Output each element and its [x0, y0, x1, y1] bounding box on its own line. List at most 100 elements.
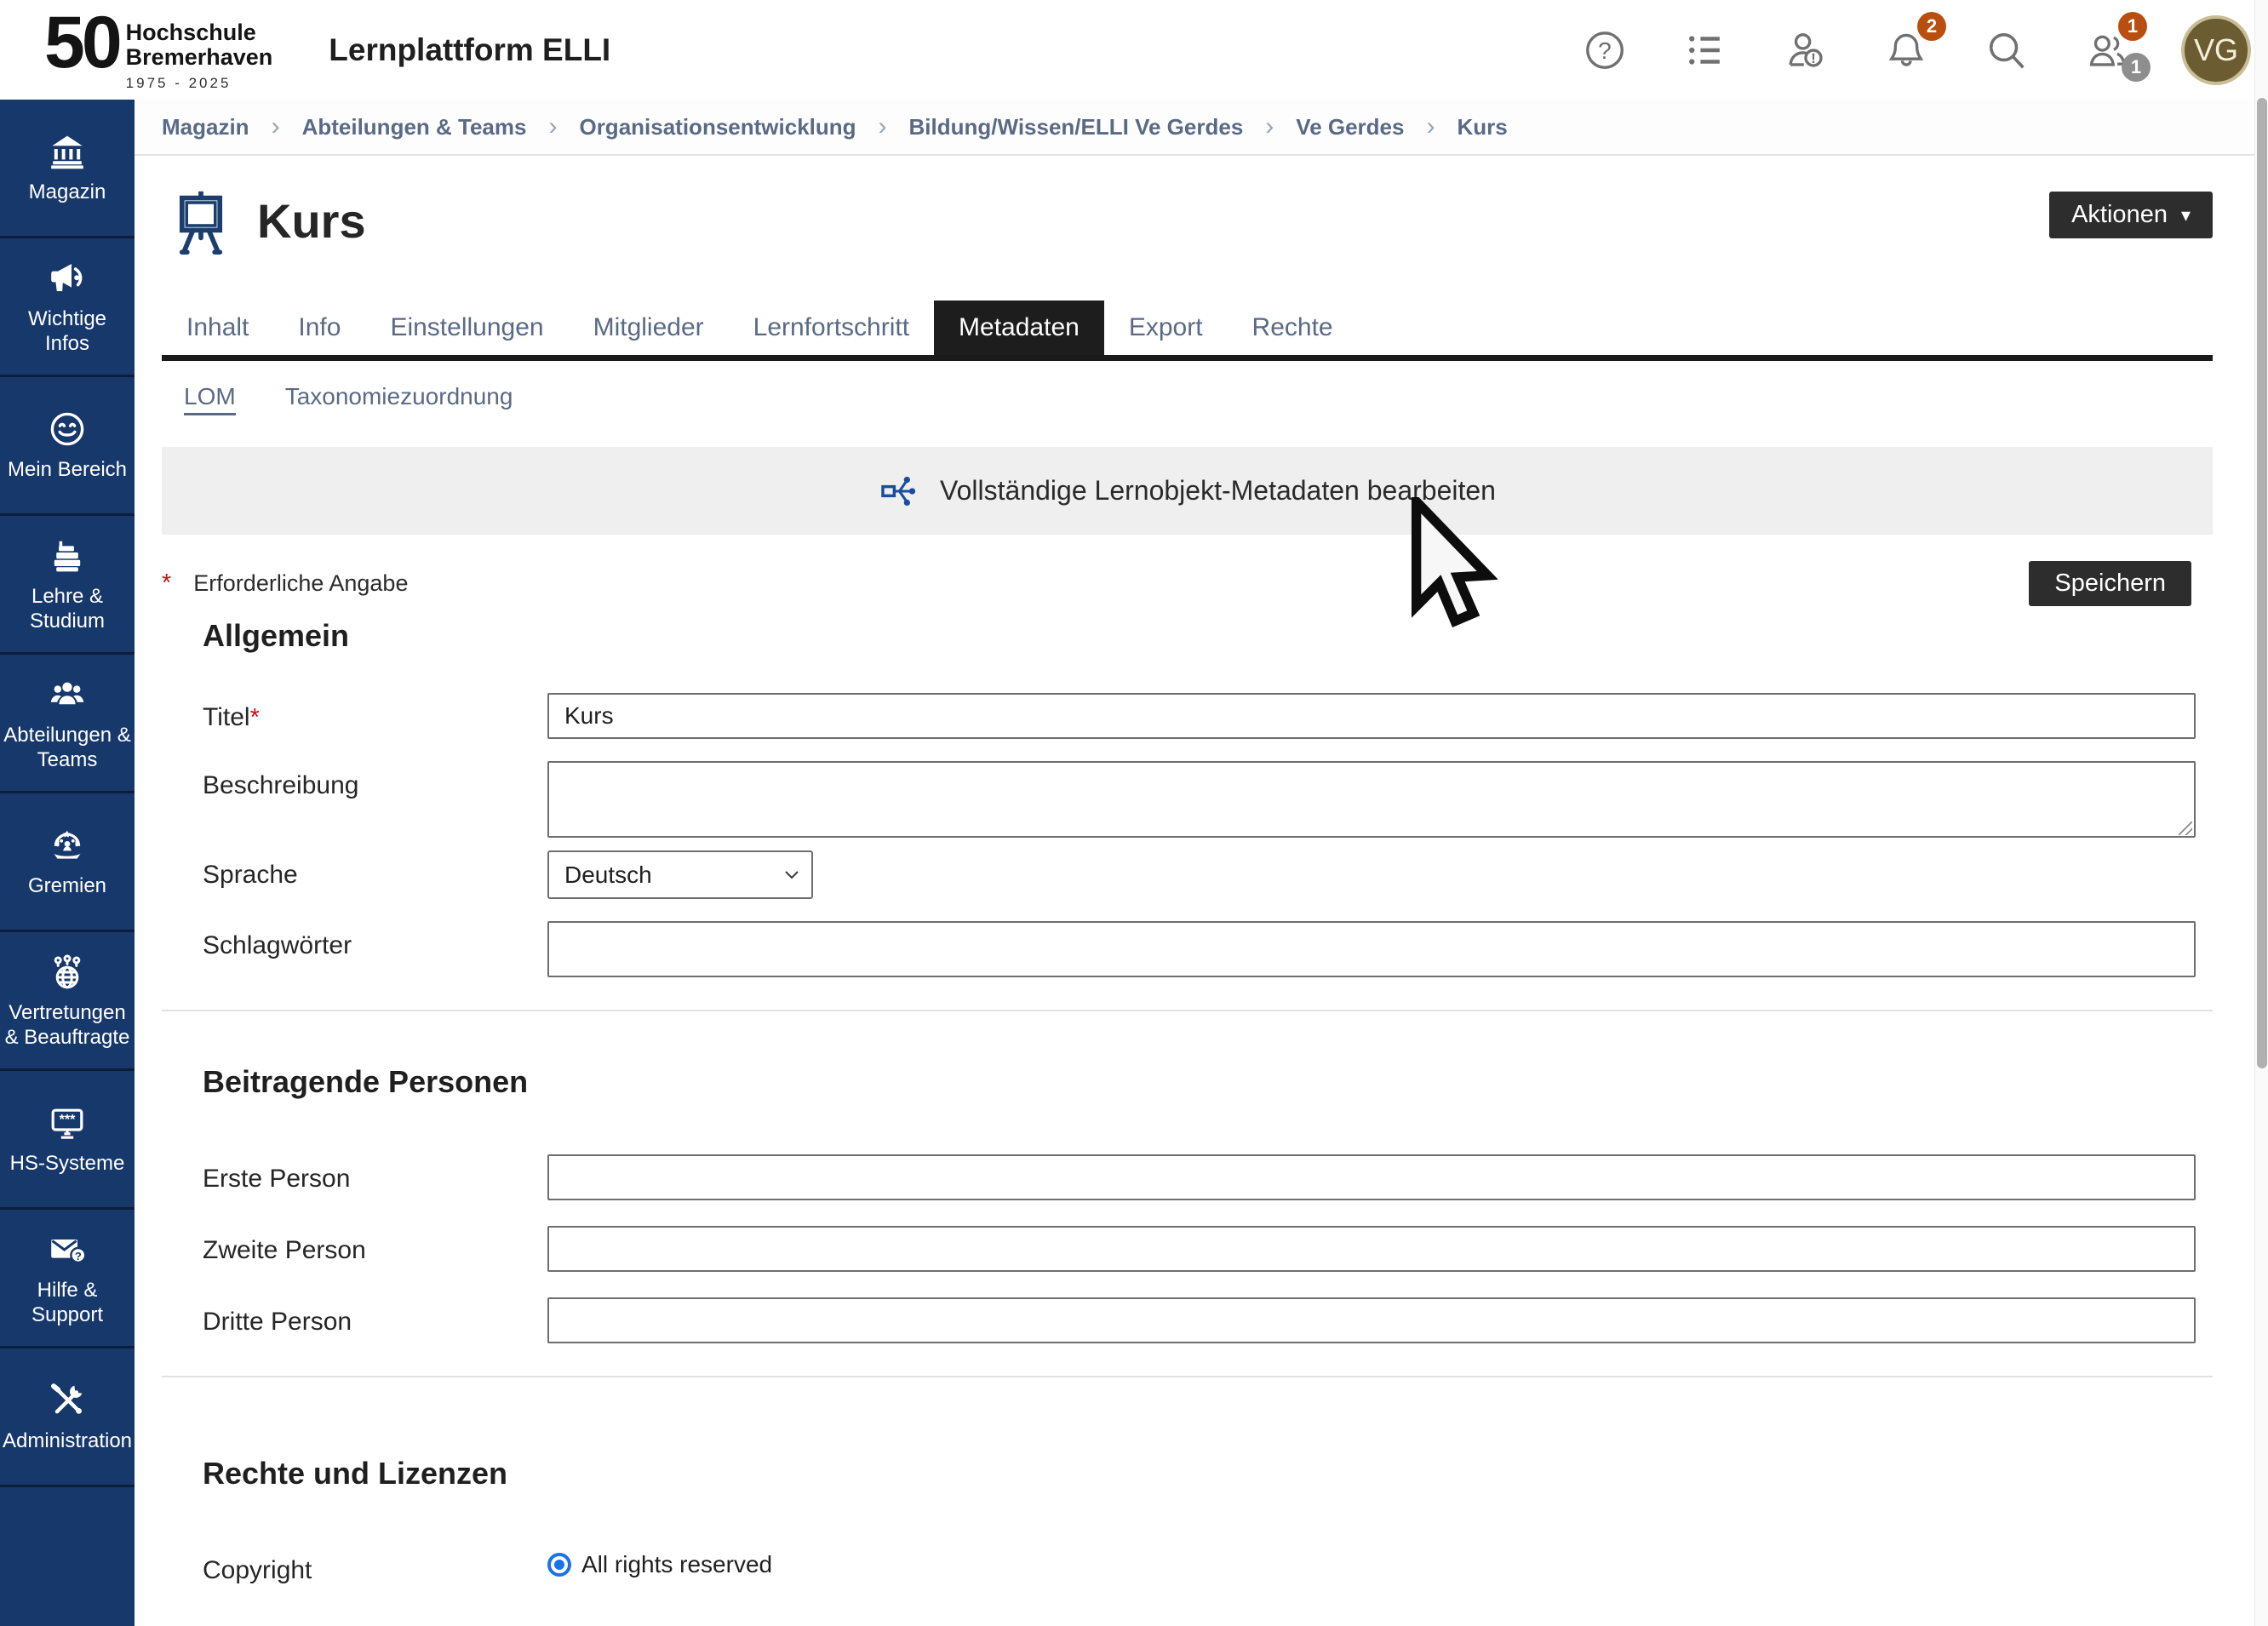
required-marker: * — [162, 570, 171, 598]
zweite-person-input[interactable] — [547, 1226, 2196, 1272]
titel-input[interactable] — [547, 693, 2196, 739]
save-button[interactable]: Speichern — [2029, 561, 2191, 606]
erste-person-input[interactable] — [547, 1154, 2196, 1200]
breadcrumb-item-bildung-wissen[interactable]: Bildung/Wissen/ELLI Ve Gerdes — [909, 114, 1244, 140]
svg-text:?: ? — [75, 1250, 82, 1262]
breadcrumb: Magazin › Abteilungen & Teams › Organisa… — [135, 100, 2254, 156]
avatar[interactable]: VG — [2181, 15, 2251, 85]
beschreibung-textarea[interactable] — [547, 761, 2196, 838]
contacts-total-badge: 1 — [2122, 53, 2151, 82]
section-heading-allgemein: Allgemein — [203, 618, 2213, 654]
sidebar-item-mein-bereich[interactable]: Mein Bereich — [0, 377, 135, 516]
smiley-icon — [47, 409, 88, 449]
breadcrumb-item-organisationsentwicklung[interactable]: Organisationsentwicklung — [579, 114, 856, 140]
sidebar-item-hs-systeme[interactable]: *** HS-Systeme — [0, 1071, 135, 1210]
sidebar-item-lehre-studium[interactable]: Lehre & Studium — [0, 516, 135, 655]
sidebar-item-label: Mein Bereich — [8, 457, 127, 482]
breadcrumb-item-magazin[interactable]: Magazin — [162, 114, 249, 140]
course-easel-icon — [170, 186, 232, 260]
scrollbar-thumb[interactable] — [2257, 98, 2267, 1068]
tab-export[interactable]: Export — [1104, 301, 1228, 355]
sprache-select[interactable]: Deutsch — [547, 850, 813, 899]
contacts-button[interactable]: 1 1 — [2081, 24, 2133, 77]
titel-label: Titel* — [203, 693, 547, 739]
sidebar-item-label: Administration — [3, 1428, 132, 1453]
breadcrumb-item-abteilungen-teams[interactable]: Abteilungen & Teams — [302, 114, 527, 140]
committee-icon — [47, 825, 88, 866]
logo-anniversary: 50 — [44, 9, 119, 77]
edit-full-metadata-banner[interactable]: Vollständige Lernobjekt-Metadaten bearbe… — [162, 447, 2213, 535]
required-marker: * — [250, 704, 260, 731]
tab-einstellungen[interactable]: Einstellungen — [365, 301, 568, 355]
logo-name-line2: Bremerhaven — [126, 45, 273, 70]
sidebar-item-label: Lehre & Studium — [3, 584, 131, 633]
dritte-person-input[interactable] — [547, 1297, 2196, 1343]
zweite-person-label: Zweite Person — [203, 1226, 547, 1272]
dritte-person-label: Dritte Person — [203, 1297, 547, 1343]
metadata-tree-icon — [879, 472, 918, 511]
sprache-label: Sprache — [203, 850, 547, 899]
actions-button-label: Aktionen — [2071, 201, 2168, 229]
sidebar-item-label: Vertretungen & Beauftragte — [3, 1000, 131, 1050]
page-title: Kurs — [257, 193, 366, 249]
tab-inhalt[interactable]: Inhalt — [162, 301, 273, 355]
copyright-option-label: All rights reserved — [581, 1551, 772, 1578]
section-heading-rechte: Rechte und Lizenzen — [203, 1456, 2213, 1491]
sidebar-item-label: Wichtige Infos — [3, 306, 131, 356]
tab-lernfortschritt[interactable]: Lernfortschritt — [729, 301, 934, 355]
sidebar-item-abteilungen-teams[interactable]: Abteilungen & Teams — [0, 655, 135, 793]
globe-people-icon — [47, 952, 88, 993]
section-divider — [162, 1010, 2213, 1011]
logo-text: Hochschule Bremerhaven 1975 - 2025 — [126, 20, 273, 92]
notifications-button[interactable]: 2 — [1880, 24, 1933, 77]
search-icon — [1984, 27, 2030, 73]
schlagwoerter-input[interactable] — [547, 921, 2196, 977]
copyright-radio[interactable] — [547, 1553, 571, 1577]
svg-text:***: *** — [60, 1113, 76, 1127]
form-row-erste-person: Erste Person — [203, 1154, 2196, 1200]
sidebar-item-label: Abteilungen & Teams — [3, 723, 131, 772]
breadcrumb-item-ve-gerdes[interactable]: Ve Gerdes — [1296, 114, 1404, 140]
sidebar-item-label: HS-Systeme — [10, 1151, 125, 1176]
sidebar-item-wichtige-infos[interactable]: Wichtige Infos — [0, 238, 135, 377]
tab-mitglieder[interactable]: Mitglieder — [569, 301, 729, 355]
search-button[interactable] — [1980, 24, 2033, 77]
tab-info[interactable]: Info — [273, 301, 365, 355]
help-icon: ? — [1582, 27, 1628, 73]
sidebar-item-label: Gremien — [28, 873, 106, 898]
chevron-separator-icon: › — [272, 112, 280, 141]
app-title: Lernplattform ELLI — [329, 32, 610, 68]
actions-button[interactable]: Aktionen ▾ — [2049, 192, 2213, 238]
people-group-icon — [47, 674, 88, 715]
save-row: * Erforderliche Angabe Speichern — [162, 560, 2213, 606]
form-row-dritte-person: Dritte Person — [203, 1297, 2196, 1343]
sidebar-item-hilfe-support[interactable]: ? Hilfe & Support — [0, 1210, 135, 1348]
section-divider — [162, 1376, 2213, 1377]
breadcrumb-item-kurs[interactable]: Kurs — [1457, 114, 1507, 140]
help-button[interactable]: ? — [1578, 24, 1631, 77]
user-status-button[interactable]: ! — [1779, 24, 1832, 77]
list-view-button[interactable] — [1679, 24, 1732, 77]
subtab-bar: LOM Taxonomiezuordnung — [162, 383, 2213, 415]
sidebar-item-label: Magazin — [29, 180, 106, 204]
sidebar-item-magazin[interactable]: Magazin — [0, 100, 135, 238]
sidebar-item-administration[interactable]: Administration — [0, 1348, 135, 1487]
megaphone-icon — [47, 258, 88, 299]
chevron-separator-icon: › — [1426, 112, 1435, 141]
vertical-scrollbar[interactable] — [2254, 0, 2268, 1626]
list-icon — [1682, 27, 1728, 73]
tab-metadaten[interactable]: Metadaten — [934, 301, 1104, 355]
hochschule-bremerhaven-logo[interactable]: 50 Hochschule Bremerhaven 1975 - 2025 — [44, 9, 272, 92]
tab-rechte[interactable]: Rechte — [1228, 301, 1358, 355]
chevron-separator-icon: › — [548, 112, 557, 141]
contacts-new-badge: 1 — [2118, 12, 2147, 41]
page-content: Kurs Aktionen ▾ Inhalt Info Einstellunge… — [135, 186, 2254, 1585]
chevron-separator-icon: › — [1265, 112, 1274, 141]
subtab-lom[interactable]: LOM — [184, 383, 236, 415]
subtab-taxonomiezuordnung[interactable]: Taxonomiezuordnung — [285, 383, 513, 415]
sidebar-item-gremien[interactable]: Gremien — [0, 793, 135, 932]
sidebar-item-vertretungen-beauftragte[interactable]: Vertretungen & Beauftragte — [0, 932, 135, 1071]
section-heading-beitragende: Beitragende Personen — [203, 1064, 2213, 1100]
sidebar-item-label: Hilfe & Support — [3, 1278, 131, 1327]
screen: 50 Hochschule Bremerhaven 1975 - 2025 Le… — [0, 0, 2268, 1626]
